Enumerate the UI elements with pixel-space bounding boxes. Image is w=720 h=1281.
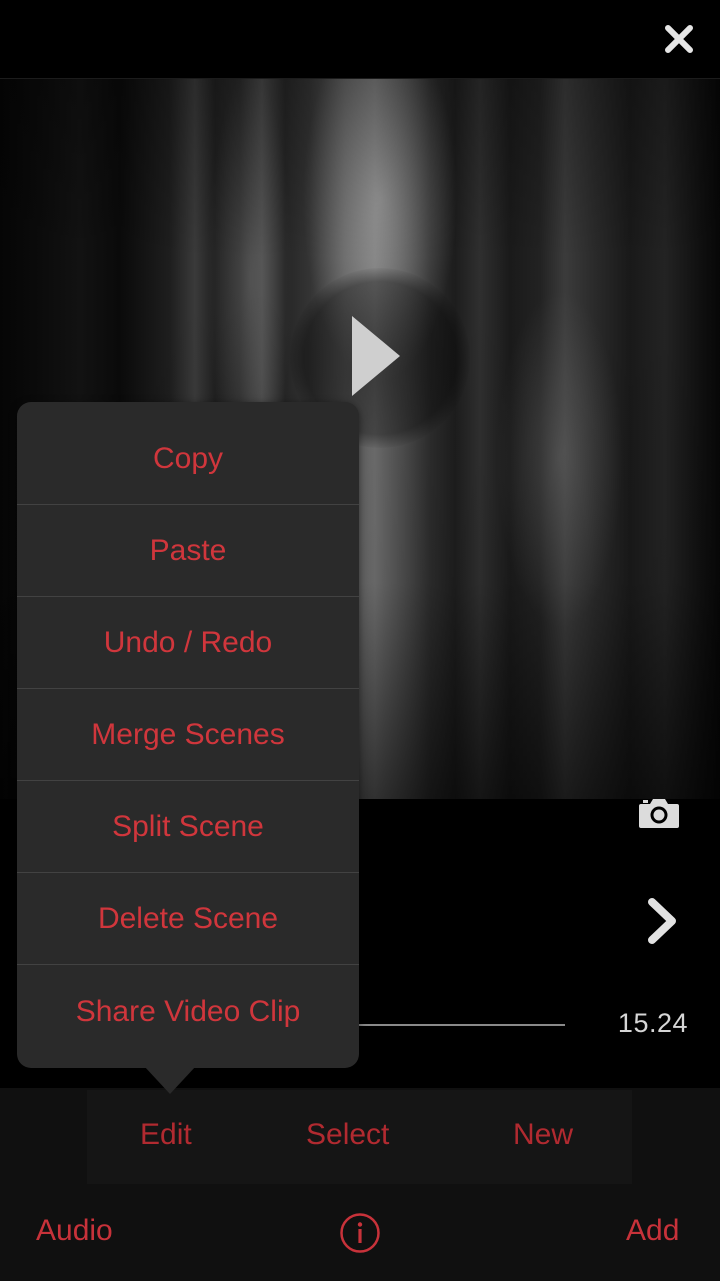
info-button[interactable] [339,1212,381,1254]
menu-item-paste[interactable]: Paste [17,506,359,597]
select-button[interactable]: Select [306,1118,389,1152]
new-button[interactable]: New [513,1118,573,1152]
menu-item-copy[interactable]: Copy [17,414,359,505]
top-bar [0,0,720,79]
camera-icon [639,799,679,828]
popover-arrow [144,1066,196,1094]
app-screen: 15.24 Edit Select New Audio Add Copy Pas… [0,0,720,1281]
next-scene-button[interactable] [646,898,678,944]
audio-button[interactable]: Audio [36,1214,113,1248]
close-icon [665,25,693,53]
menu-item-share-video-clip[interactable]: Share Video Clip [17,966,359,1057]
info-icon [340,1213,380,1253]
edit-button[interactable]: Edit [140,1118,192,1152]
close-button[interactable] [664,24,694,54]
duration-label: 15.24 [617,1008,688,1038]
add-button[interactable]: Add [626,1214,679,1248]
menu-item-merge-scenes[interactable]: Merge Scenes [17,690,359,781]
play-icon [352,316,400,396]
edit-menu-popover: Copy Paste Undo / Redo Merge Scenes Spli… [17,402,359,1068]
chevron-right-icon [648,898,676,944]
menu-item-delete-scene[interactable]: Delete Scene [17,874,359,965]
snapshot-button[interactable] [638,796,680,830]
scrubber-track[interactable] [355,1024,565,1026]
menu-item-undo-redo[interactable]: Undo / Redo [17,598,359,689]
menu-item-split-scene[interactable]: Split Scene [17,782,359,873]
